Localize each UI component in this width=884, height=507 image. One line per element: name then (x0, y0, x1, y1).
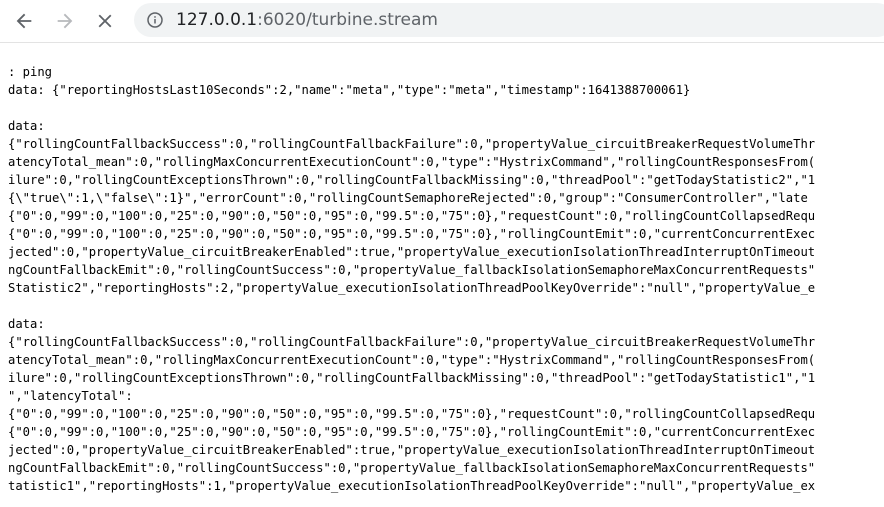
stream-line: ilure":0,"rollingCountExceptionsThrown":… (8, 173, 816, 187)
arrow-right-icon (57, 13, 73, 29)
forward-button[interactable] (52, 8, 78, 34)
stream-line: data: {"reportingHostsLast10Seconds":2,"… (8, 83, 691, 97)
stream-line: {"0":0,"99":0,"100":0,"25":0,"90":0,"50"… (8, 227, 816, 241)
info-circle-icon[interactable] (147, 12, 163, 28)
stream-line: data: (8, 317, 45, 331)
stream-line: tatistic1","reportingHosts":1,"propertyV… (8, 479, 816, 493)
stream-line: jected":0,"propertyValue_circuitBreakerE… (8, 443, 816, 457)
stream-line: jected":0,"propertyValue_circuitBreakerE… (8, 245, 816, 259)
stream-line: {\"true\":1,\"false\":1}","errorCount":0… (8, 191, 808, 205)
arrow-left-icon (16, 13, 32, 29)
stream-line: ilure":0,"rollingCountExceptionsThrown":… (8, 371, 816, 385)
stream-line: {"0":0,"99":0,"100":0,"25":0,"90":0,"50"… (8, 425, 816, 439)
stream-line (8, 99, 884, 117)
stream-line: data: (8, 119, 45, 133)
url-path: :6020/turbine.stream (257, 10, 438, 30)
address-bar[interactable]: 127.0.0.1:6020/turbine.stream (134, 3, 884, 37)
stream-line: {"rollingCountFallbackSuccess":0,"rollin… (8, 137, 816, 151)
stream-line: {"rollingCountFallbackSuccess":0,"rollin… (8, 335, 816, 349)
stream-line: ngCountFallbackEmit":0,"rollingCountSucc… (8, 263, 816, 277)
browser-toolbar: 127.0.0.1:6020/turbine.stream (0, 0, 884, 43)
close-icon (98, 14, 112, 28)
stream-line: atencyTotal_mean":0,"rollingMaxConcurren… (8, 155, 816, 169)
stream-line: Statistic2","reportingHosts":2,"property… (8, 281, 816, 295)
back-button[interactable] (11, 8, 37, 34)
stream-line: ngCountFallbackEmit":0,"rollingCountSucc… (8, 461, 816, 475)
stop-loading-button[interactable] (92, 8, 118, 34)
url-host: 127.0.0.1 (176, 10, 258, 30)
stream-line: atencyTotal_mean":0,"rollingMaxConcurren… (8, 353, 816, 367)
turbine-stream-output: : ping data: {"reportingHostsLast10Second… (8, 63, 884, 503)
stream-line: {"0":0,"99":0,"100":0,"25":0,"90":0,"50"… (8, 209, 816, 223)
stream-line (8, 297, 884, 315)
stream-line: ","latencyTotal": (8, 389, 133, 403)
stream-line: {"0":0,"99":0,"100":0,"25":0,"90":0,"50"… (8, 407, 816, 421)
stream-line: : ping (8, 65, 53, 79)
url-text[interactable]: 127.0.0.1:6020/turbine.stream (176, 9, 438, 31)
